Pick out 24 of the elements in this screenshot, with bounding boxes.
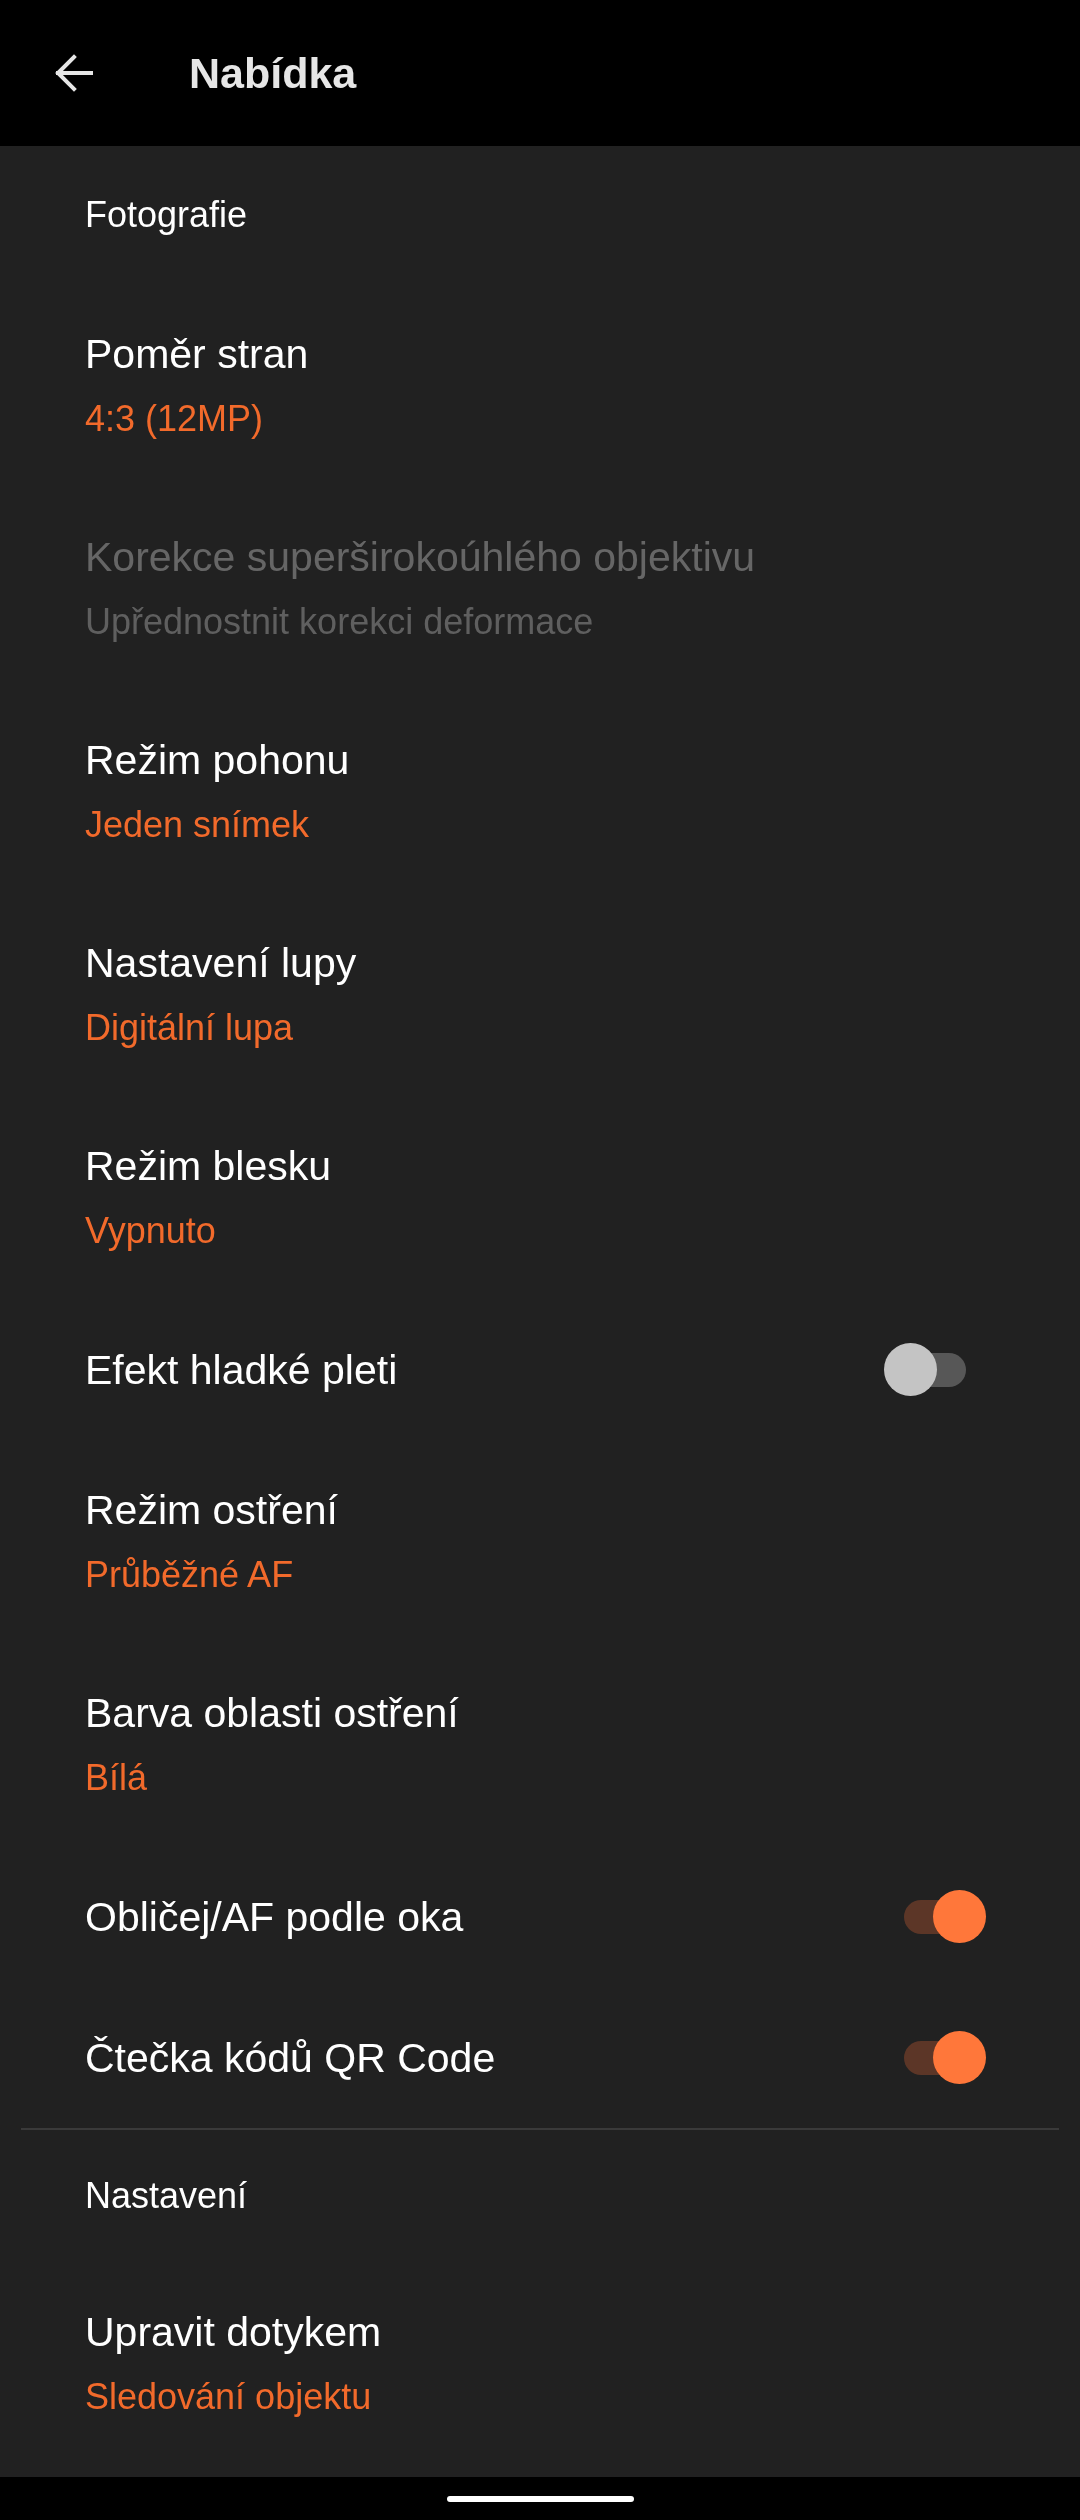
setting-value: 4:3 (12MP): [85, 397, 264, 441]
setting-title[interactable]: Režim ostření: [85, 1485, 338, 1535]
setting-title: Korekce superširokoúhlého objektivu: [85, 533, 756, 582]
setting-value: Jeden snímek: [85, 803, 310, 847]
setting-title[interactable]: Obličej/AF podle oka: [85, 1891, 464, 1942]
setting-value: Digitální lupa: [85, 1006, 294, 1050]
setting-value: Bílá: [85, 1756, 148, 1800]
setting-value: Vypnuto: [85, 1209, 216, 1253]
setting-value: Sledování objektu: [85, 2375, 372, 2419]
section-header: Fotografie: [85, 193, 248, 237]
setting-title[interactable]: Poměr stran: [85, 329, 309, 379]
back-arrow-icon[interactable]: [54, 53, 94, 93]
setting-title[interactable]: Nastavení lupy: [85, 938, 357, 988]
setting-title[interactable]: Efekt hladké pleti: [85, 1344, 398, 1395]
screen-title: Nabídka: [189, 48, 357, 98]
setting-value: Upřednostnit korekci deformace: [85, 600, 594, 644]
section-header: Nastavení: [85, 2174, 248, 2218]
setting-title[interactable]: Režim pohonu: [85, 735, 350, 785]
setting-title[interactable]: Čtečka kódů QR Code: [85, 2032, 496, 2083]
home-indicator[interactable]: [446, 2495, 634, 2502]
setting-title[interactable]: Upravit dotykem: [85, 2307, 382, 2357]
setting-value: Průběžné AF: [85, 1553, 294, 1597]
setting-title[interactable]: Režim blesku: [85, 1141, 332, 1191]
setting-title[interactable]: Barva oblasti ostření: [85, 1688, 459, 1738]
